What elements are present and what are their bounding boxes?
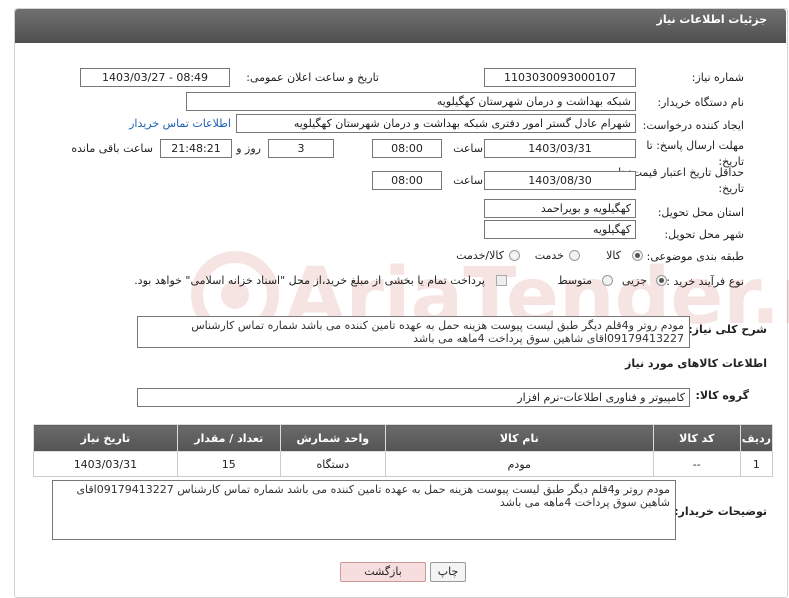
- remaining-time: 21:48:21: [160, 139, 232, 158]
- general-desc-label: شرح کلی نیاز:: [688, 323, 767, 336]
- row-name: مودم: [384, 451, 654, 477]
- buyer-org-field: شبکه بهداشت و درمان شهرستان کهگیلویه: [186, 92, 636, 111]
- treasury-payment-text: پرداخت تمام یا بخشی از مبلغ خرید،از محل …: [134, 274, 485, 287]
- delivery-province-field: کهگیلویه و بویراحمد: [484, 199, 636, 218]
- days-label: روز و: [236, 142, 261, 155]
- category-label: طبقه بندی موضوعی:: [646, 250, 744, 263]
- process-radio-medium[interactable]: [602, 275, 613, 286]
- delivery-city-label: شهر محل تحویل:: [664, 228, 744, 241]
- goods-table-header: ردیف کد کالا نام کالا واحد شمارش تعداد /…: [33, 424, 774, 452]
- buyer-notes-field: مودم روتر و4قلم دیگر طبق لیست پیوست هزین…: [52, 480, 676, 540]
- reply-deadline-time: 08:00: [372, 139, 442, 158]
- col-qty: تعداد / مقدار: [176, 424, 281, 452]
- buyer-contact-link[interactable]: اطلاعات تماس خریدار: [129, 117, 231, 130]
- back-button[interactable]: بازگشت: [340, 562, 426, 582]
- goods-group-field: کامپیوتر و فناوری اطلاعات-نرم افزار: [137, 388, 690, 407]
- remaining-time-label: ساعت باقی مانده: [71, 142, 153, 155]
- print-button[interactable]: چاپ: [430, 562, 466, 582]
- announce-datetime-label: تاریخ و ساعت اعلان عمومی:: [246, 71, 379, 84]
- announce-datetime-field: 1403/03/27 - 08:49: [80, 68, 230, 87]
- remaining-days: 3: [268, 139, 334, 158]
- requester-label: ایجاد کننده درخواست:: [642, 119, 744, 132]
- row-unit: دستگاه: [279, 451, 386, 477]
- process-type-label: نوع فرآیند خرید :: [666, 275, 744, 288]
- goods-table: ردیف کد کالا نام کالا واحد شمارش تعداد /…: [33, 424, 774, 477]
- goods-group-label: گروه کالا:: [695, 389, 749, 402]
- category-option-goods: کالا: [606, 249, 621, 262]
- price-validity-date: 1403/08/30: [484, 171, 636, 190]
- process-radio-minor[interactable]: [656, 275, 667, 286]
- buyer-notes-label: توضیحات خریدار:: [674, 505, 767, 518]
- col-date: تاریخ نیاز: [33, 424, 178, 452]
- row-index: 1: [739, 451, 774, 477]
- goods-section-title: اطلاعات کالاهای مورد نیاز: [625, 357, 767, 370]
- category-option-goods-service: کالا/خدمت: [456, 249, 504, 262]
- reply-deadline-time-label: ساعت: [453, 142, 483, 155]
- col-index: ردیف: [739, 424, 774, 452]
- treasury-payment-checkbox[interactable]: [496, 275, 507, 286]
- requester-field: شهرام عادل گستر امور دفتری شبکه بهداشت و…: [236, 114, 636, 133]
- page-title: جزئیات اطلاعات نیاز: [656, 13, 768, 26]
- need-number-field: 1103030093000107: [484, 68, 636, 87]
- category-radio-goods[interactable]: [632, 250, 643, 261]
- process-option-medium: متوسط: [557, 274, 592, 287]
- row-qty: 15: [176, 451, 281, 477]
- category-option-service: خدمت: [534, 249, 564, 262]
- delivery-city-field: کهگیلویه: [484, 220, 636, 239]
- price-validity-time: 08:00: [372, 171, 442, 190]
- process-option-minor: جزیی: [621, 274, 647, 287]
- col-unit: واحد شمارش: [279, 424, 386, 452]
- delivery-province-label: استان محل تحویل:: [657, 206, 744, 219]
- need-number-label: شماره نیاز:: [691, 71, 744, 84]
- row-code: --: [652, 451, 741, 477]
- category-radio-goods-service[interactable]: [509, 250, 520, 261]
- row-date: 1403/03/31: [33, 451, 178, 477]
- category-radio-service[interactable]: [569, 250, 580, 261]
- col-code: کد کالا: [652, 424, 741, 452]
- reply-deadline-date: 1403/03/31: [484, 139, 636, 158]
- buyer-org-label: نام دستگاه خریدار:: [657, 96, 744, 109]
- col-name: نام کالا: [384, 424, 654, 452]
- general-desc-field: مودم روتر و4قلم دیگر طبق لیست پیوست هزین…: [137, 316, 690, 348]
- price-validity-time-label: ساعت: [453, 174, 483, 187]
- table-row: 1 -- مودم دستگاه 15 1403/03/31: [33, 451, 774, 477]
